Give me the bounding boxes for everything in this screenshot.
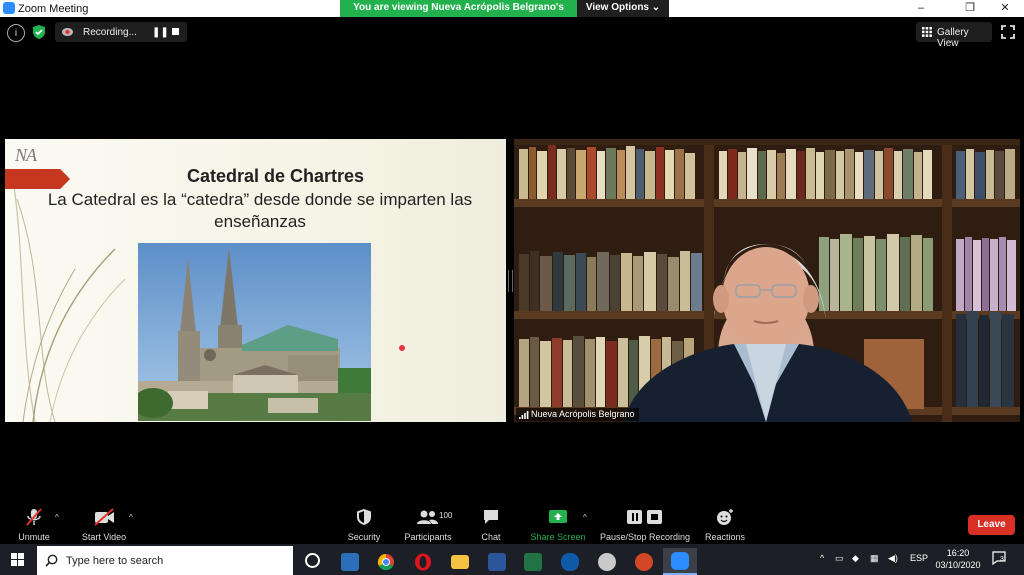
share-screen-icon [549, 510, 567, 523]
clock-time: 16:20 [946, 548, 970, 558]
reactions-icon [717, 509, 733, 525]
window-title: Zoom Meeting [18, 3, 89, 15]
pause-stop-recording-button[interactable]: Pause/Stop Recording [600, 508, 690, 544]
battery-icon[interactable]: ▭ [835, 553, 844, 564]
stop-recording-button[interactable] [172, 28, 179, 35]
video-off-icon [94, 508, 114, 526]
shared-screen-slide: NA Catedral de Chartres La Catedral es l… [5, 139, 506, 422]
participant-count: 100 [439, 511, 453, 520]
maximize-button[interactable]: ❐ [955, 0, 985, 17]
participant-video: Nueva Acrópolis Belgrano [514, 139, 1020, 422]
chrome-icon[interactable] [369, 548, 403, 575]
pause-stop-icon [627, 510, 662, 524]
participants-label: Participants [404, 532, 452, 542]
chat-icon [484, 510, 498, 524]
fullscreen-icon[interactable] [1000, 24, 1016, 40]
opera-icon[interactable] [406, 548, 440, 575]
zoom-icon[interactable] [663, 548, 697, 575]
security-label: Security [347, 532, 381, 542]
reactions-button[interactable]: Reactions [703, 508, 747, 544]
photos-icon[interactable] [333, 548, 367, 575]
grid-icon [922, 27, 932, 37]
taskbar-search-placeholder: Type here to search [66, 555, 164, 567]
start-video-button[interactable]: Start Video [78, 508, 130, 544]
chat-label: Chat [481, 532, 501, 542]
excel-icon[interactable] [516, 548, 550, 575]
windows-start-icon[interactable] [11, 553, 24, 566]
zoom-app-icon [3, 2, 15, 14]
clock-date: 03/10/2020 [935, 560, 981, 570]
taskbar-clock[interactable]: 16:20 03/10/2020 [930, 547, 986, 571]
search-icon [45, 554, 58, 567]
cortana-icon[interactable] [305, 553, 320, 568]
input-language[interactable]: ESP [910, 553, 928, 563]
audio-options-caret[interactable]: ^ [55, 513, 59, 522]
mic-muted-icon [26, 508, 42, 526]
pause-stop-recording-label: Pause/Stop Recording [600, 532, 691, 542]
video-frame [514, 139, 1020, 422]
view-options-button[interactable]: View Options ⌄ [577, 0, 669, 17]
signal-bars-icon [519, 411, 529, 419]
shield-icon [357, 509, 371, 525]
word-icon[interactable] [480, 548, 514, 575]
video-options-caret[interactable]: ^ [129, 513, 133, 522]
share-options-caret[interactable]: ^ [583, 513, 587, 522]
onedrive-icon[interactable] [553, 548, 587, 575]
volume-icon[interactable]: ◀) [888, 553, 898, 564]
cloud-record-icon [62, 28, 73, 36]
start-video-label: Start Video [81, 532, 127, 542]
share-screen-button[interactable]: Share Screen [528, 508, 588, 544]
share-screen-label: Share Screen [530, 532, 586, 542]
unmute-label: Unmute [18, 532, 50, 542]
shield-icon[interactable] [31, 24, 47, 40]
info-icon[interactable]: i [7, 24, 25, 42]
slide-title: Catedral de Chartres [186, 166, 365, 186]
chat-button[interactable]: Chat [473, 508, 509, 544]
close-button[interactable]: ✕ [990, 0, 1020, 17]
split-resize-handle[interactable] [508, 270, 513, 292]
paint-icon[interactable] [590, 548, 624, 575]
nueva-acropolis-logo: NA [15, 145, 37, 165]
screen-share-banner: You are viewing Nueva Acrópolis Belgrano… [340, 0, 577, 29]
recording-label: Recording... [83, 27, 137, 38]
meeting-toolbar [0, 500, 1024, 544]
file-explorer-icon[interactable] [443, 548, 477, 575]
minimize-button[interactable]: – [906, 0, 936, 17]
cathedral-photo [138, 243, 371, 421]
participant-name-tag: Nueva Acrópolis Belgrano [516, 408, 639, 421]
participant-name: Nueva Acrópolis Belgrano [531, 409, 635, 419]
notification-center-icon[interactable]: 3 [992, 551, 1006, 566]
gallery-view-button[interactable]: Gallery View [916, 22, 992, 49]
pause-recording-button[interactable]: ❚❚ [152, 27, 169, 38]
recording-indicator: Recording... ❚❚ [55, 22, 187, 42]
unmute-button[interactable]: Unmute [14, 508, 54, 544]
tray-chevron-icon[interactable]: ^ [820, 553, 824, 563]
laser-pointer-dot [399, 345, 405, 351]
dropbox-icon[interactable]: ◆ [852, 553, 859, 564]
leave-button[interactable]: Leave [968, 515, 1015, 535]
network-icon[interactable]: ▦ [870, 553, 879, 564]
participants-icon [417, 510, 438, 524]
taskbar-search-box[interactable]: Type here to search [37, 546, 293, 575]
powerpoint-icon[interactable] [627, 548, 661, 575]
notification-count: 3 [1000, 556, 1004, 563]
security-button[interactable]: Security [343, 508, 385, 544]
reactions-label: Reactions [704, 532, 746, 542]
slide-subtitle: La Catedral es la “catedra” desde donde … [47, 190, 473, 231]
gallery-view-label: Gallery View [937, 27, 969, 49]
